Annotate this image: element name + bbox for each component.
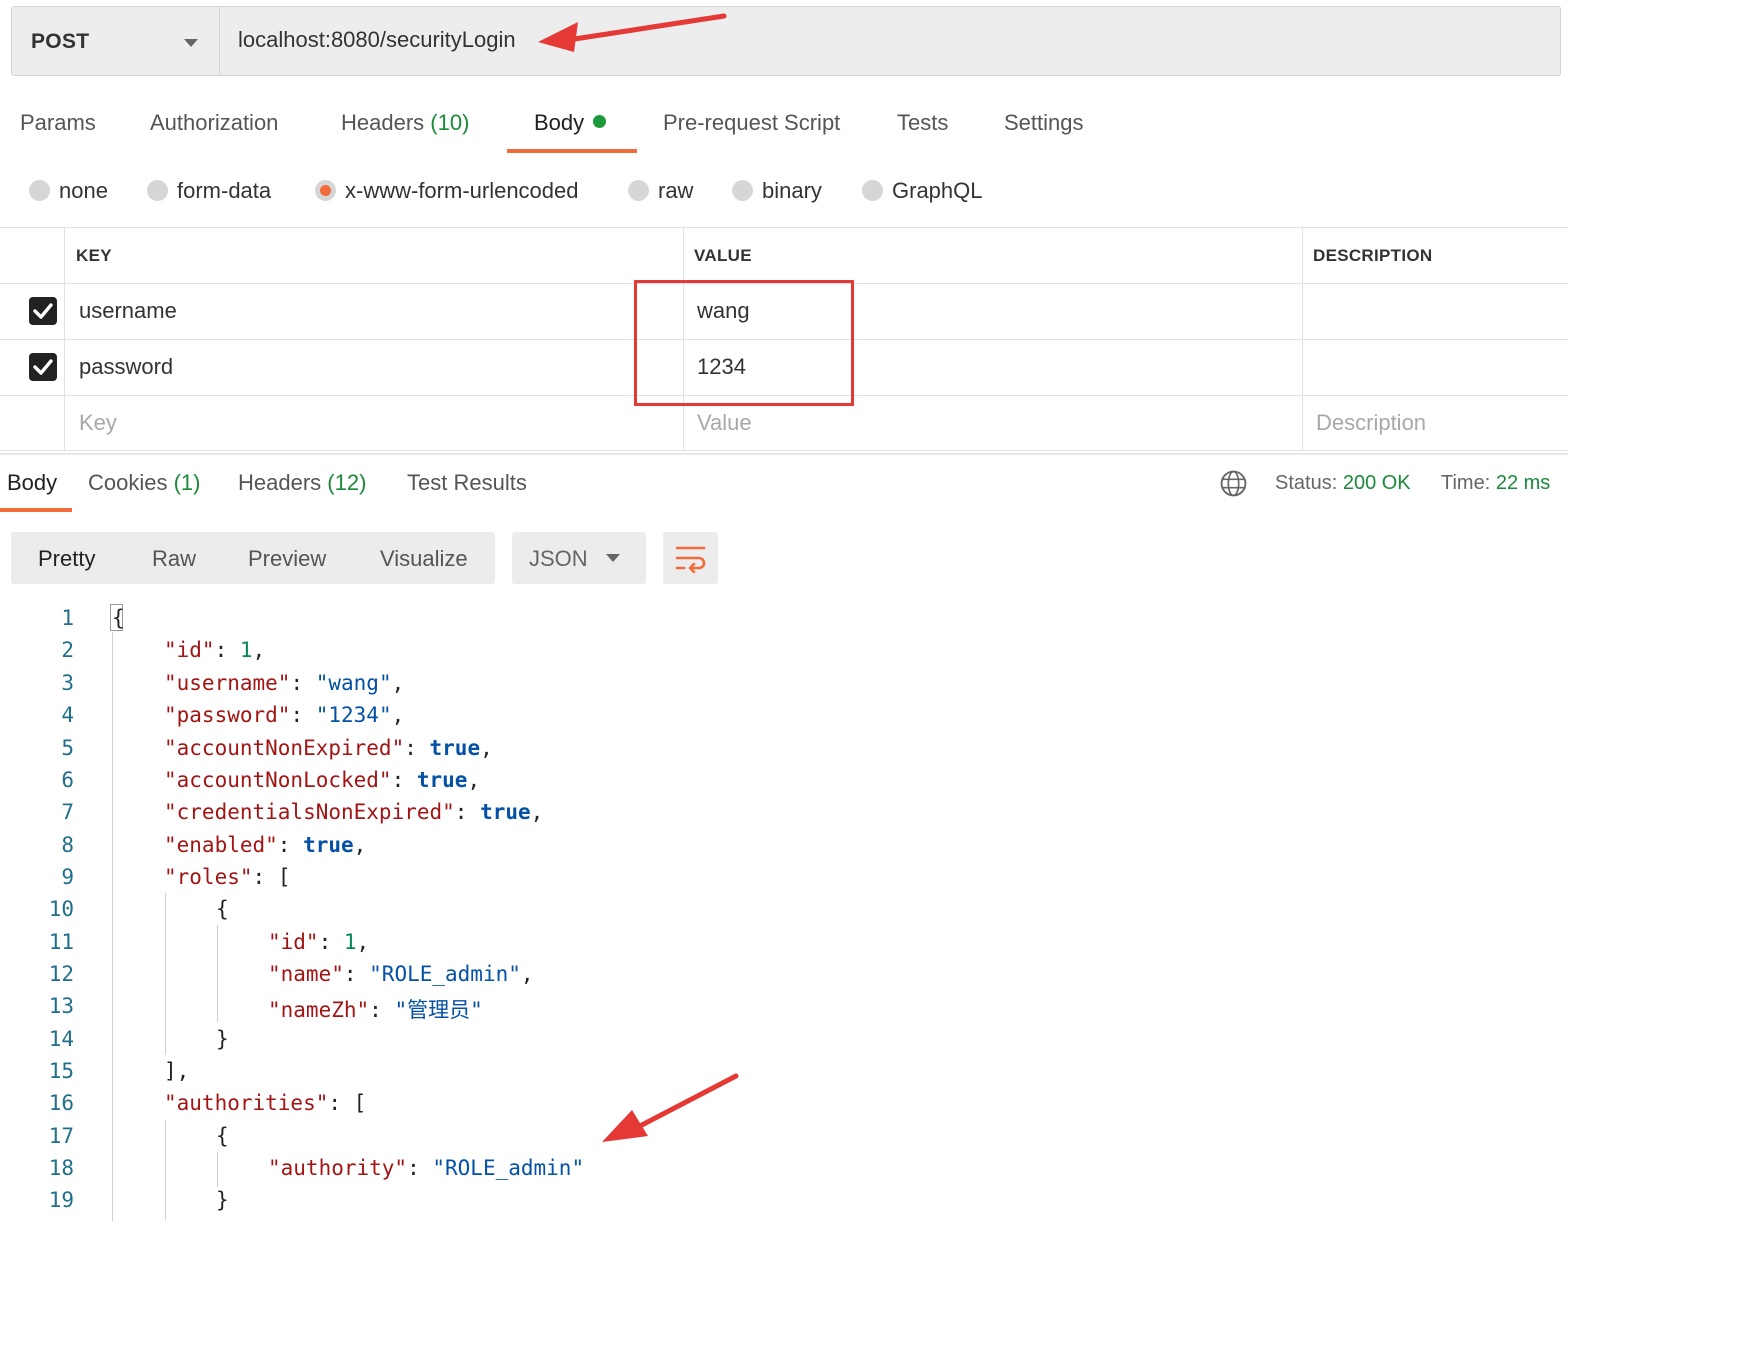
table-border [64, 227, 65, 451]
view-visualize[interactable]: Visualize [380, 546, 468, 572]
line-number: 10 [48, 897, 74, 921]
code-line: "username": "wang", [164, 671, 405, 695]
radio-form-data[interactable]: form-data [147, 178, 271, 204]
code-line: "name": "ROLE_admin", [268, 962, 534, 986]
indent-guide [165, 893, 166, 1055]
code-line: "nameZh": "管理员" [268, 998, 483, 1022]
time-value: 22 ms [1495, 472, 1551, 494]
tab-pre-request-script[interactable]: Pre-request Script [663, 110, 840, 136]
response-tab-test-results[interactable]: Test Results [407, 470, 527, 496]
format-label: JSON [529, 546, 588, 571]
line-number: 12 [48, 962, 74, 986]
line-number: 18 [48, 1156, 74, 1180]
view-pretty[interactable]: Pretty [38, 546, 95, 572]
line-number: 16 [48, 1091, 74, 1115]
globe-icon[interactable] [1220, 470, 1247, 497]
line-number: 1 [61, 606, 74, 630]
param-key[interactable]: password [79, 354, 173, 380]
table-border [0, 450, 1568, 451]
code-line: } [216, 1188, 229, 1212]
response-time: Time: 22 ms [1441, 472, 1551, 494]
code-line: { [216, 1124, 229, 1148]
radio-raw[interactable]: raw [628, 178, 693, 204]
url-input[interactable]: localhost:8080/securityLogin [238, 27, 516, 53]
active-response-tab-underline [0, 508, 72, 512]
radio-graphql[interactable]: GraphQL [862, 178, 983, 204]
code-line: "accountNonExpired": true, [164, 736, 493, 760]
code-line: "id": 1, [268, 930, 370, 954]
indent-guide [217, 925, 218, 1022]
code-line: "roles": [ [164, 865, 291, 889]
checkbox-checked-icon[interactable] [29, 353, 57, 381]
param-key[interactable]: username [79, 298, 177, 324]
view-raw[interactable]: Raw [152, 546, 196, 572]
line-number: 9 [61, 865, 74, 889]
active-tab-underline [507, 149, 637, 153]
code-line: "id": 1, [164, 638, 266, 662]
dropdown-caret-icon [184, 39, 198, 47]
checkbox-checked-icon[interactable] [29, 297, 57, 325]
key-input[interactable]: Key [79, 410, 117, 436]
pane-divider[interactable] [0, 453, 1568, 455]
indent-guide [112, 632, 113, 1221]
radio-none[interactable]: none [29, 178, 108, 204]
indent-guide [165, 1120, 166, 1220]
line-number: 13 [48, 994, 74, 1018]
line-number: 6 [61, 768, 74, 792]
response-tab-body[interactable]: Body [7, 470, 57, 496]
code-line: "enabled": true, [164, 833, 367, 857]
line-number: 4 [61, 703, 74, 727]
line-number: 15 [48, 1059, 74, 1083]
line-number: 11 [48, 930, 74, 954]
col-header-description: DESCRIPTION [1313, 246, 1433, 265]
wrap-lines-icon [675, 546, 706, 574]
line-number: 19 [48, 1188, 74, 1212]
code-line: ], [164, 1059, 190, 1083]
method-select[interactable]: POST [12, 7, 220, 75]
radio-binary[interactable]: binary [732, 178, 822, 204]
code-line: { [112, 606, 125, 630]
code-line: "password": "1234", [164, 703, 405, 727]
view-preview[interactable]: Preview [248, 546, 326, 572]
tab-authorization[interactable]: Authorization [150, 110, 278, 136]
tab-headers[interactable]: Headers (10) [341, 110, 469, 136]
indent-guide [217, 1152, 218, 1187]
response-status: Status: 200 OK [1275, 472, 1411, 494]
table-border [0, 227, 1568, 228]
line-number: 5 [61, 736, 74, 760]
arrow-annotation-icon [538, 13, 727, 52]
code-line: } [216, 1027, 229, 1051]
line-number: 17 [48, 1124, 74, 1148]
request-bar: POST localhost:8080/securityLogin [11, 6, 1561, 76]
description-input[interactable]: Description [1316, 410, 1426, 436]
code-line: "credentialsNonExpired": true, [164, 800, 544, 824]
method-label: POST [31, 30, 90, 53]
highlight-box-annotation [634, 280, 854, 406]
line-number: 14 [48, 1027, 74, 1051]
table-border [1302, 227, 1303, 451]
code-line: "authorities": [ [164, 1091, 367, 1115]
code-line: "accountNonLocked": true, [164, 768, 481, 792]
line-number: 3 [61, 671, 74, 695]
wrap-lines-button[interactable] [663, 532, 718, 584]
value-input[interactable]: Value [697, 410, 752, 436]
line-number: 2 [61, 638, 74, 662]
radio-x-www-form-urlencoded[interactable]: x-www-form-urlencoded [315, 178, 579, 204]
tab-tests[interactable]: Tests [897, 110, 948, 136]
col-header-value: VALUE [694, 246, 752, 265]
col-header-key: KEY [76, 246, 112, 265]
arrow-annotation-icon [602, 1073, 739, 1142]
line-number: 7 [61, 800, 74, 824]
response-tab-headers[interactable]: Headers (12) [238, 470, 366, 496]
status-value: 200 OK [1342, 472, 1411, 494]
tab-settings[interactable]: Settings [1004, 110, 1084, 136]
code-line: "authority": "ROLE_admin" [268, 1156, 585, 1180]
code-line: { [216, 897, 229, 921]
line-number: 8 [61, 833, 74, 857]
tab-params[interactable]: Params [20, 110, 96, 136]
body-indicator-dot [593, 115, 607, 128]
response-tab-cookies[interactable]: Cookies (1) [88, 470, 201, 496]
dropdown-caret-icon [606, 554, 620, 562]
tab-body[interactable]: Body [534, 110, 607, 136]
